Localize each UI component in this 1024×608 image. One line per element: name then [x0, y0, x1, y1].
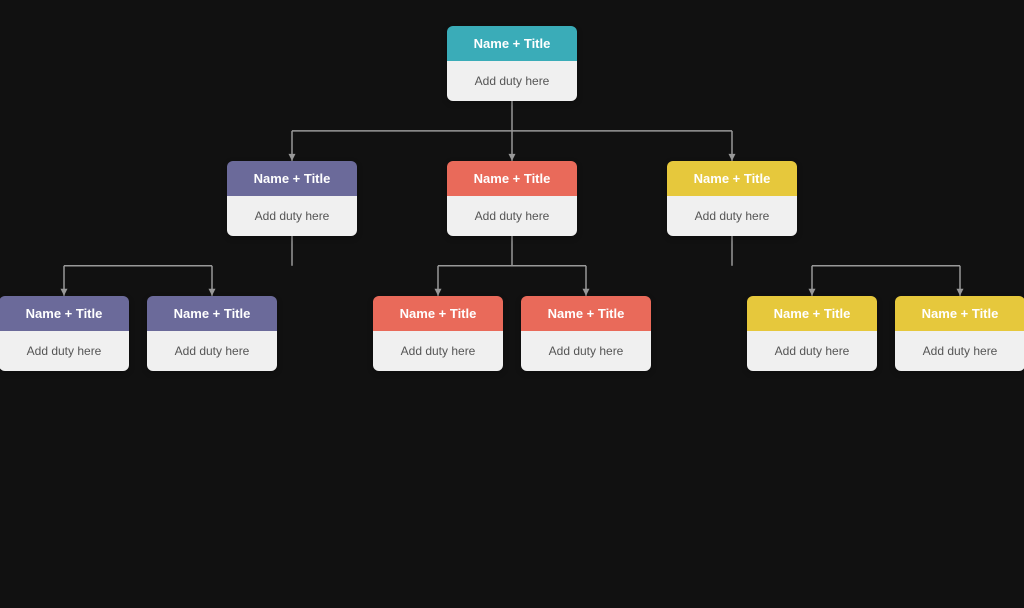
l1-card-1[interactable]: Name + Title Add duty here: [447, 161, 577, 236]
l2-4-header: Name + Title: [747, 296, 877, 331]
level-root: Name + Title Add duty here: [447, 26, 577, 101]
l2-3-body: Add duty here: [521, 331, 651, 371]
l2-4-body: Add duty here: [747, 331, 877, 371]
l1-2-body: Add duty here: [667, 196, 797, 236]
root-header: Name + Title: [447, 26, 577, 61]
l2-card-4[interactable]: Name + Title Add duty here: [747, 296, 877, 371]
root-body: Add duty here: [447, 61, 577, 101]
org-chart: Name + Title Add duty here Name + Title …: [12, 14, 1012, 594]
l2-0-body: Add duty here: [0, 331, 129, 371]
l2-2-body: Add duty here: [373, 331, 503, 371]
l2-card-2[interactable]: Name + Title Add duty here: [373, 296, 503, 371]
l2-1-header: Name + Title: [147, 296, 277, 331]
l1-card-2[interactable]: Name + Title Add duty here: [667, 161, 797, 236]
l2-0-header: Name + Title: [0, 296, 129, 331]
l2-5-header: Name + Title: [895, 296, 1024, 331]
l1-2-header: Name + Title: [667, 161, 797, 196]
l1-0-body: Add duty here: [227, 196, 357, 236]
level-1: Name + Title Add duty here Name + Title …: [227, 161, 797, 236]
l2-card-1[interactable]: Name + Title Add duty here: [147, 296, 277, 371]
level-2: Name + Title Add duty here Name + Title …: [0, 296, 1024, 371]
l2-card-3[interactable]: Name + Title Add duty here: [521, 296, 651, 371]
l2-1-body: Add duty here: [147, 331, 277, 371]
l1-1-header: Name + Title: [447, 161, 577, 196]
l1-card-0[interactable]: Name + Title Add duty here: [227, 161, 357, 236]
l2-card-0[interactable]: Name + Title Add duty here: [0, 296, 129, 371]
l2-5-body: Add duty here: [895, 331, 1024, 371]
l2-2-header: Name + Title: [373, 296, 503, 331]
root-card[interactable]: Name + Title Add duty here: [447, 26, 577, 101]
l1-0-header: Name + Title: [227, 161, 357, 196]
l1-1-body: Add duty here: [447, 196, 577, 236]
l2-3-header: Name + Title: [521, 296, 651, 331]
l2-card-5[interactable]: Name + Title Add duty here: [895, 296, 1024, 371]
